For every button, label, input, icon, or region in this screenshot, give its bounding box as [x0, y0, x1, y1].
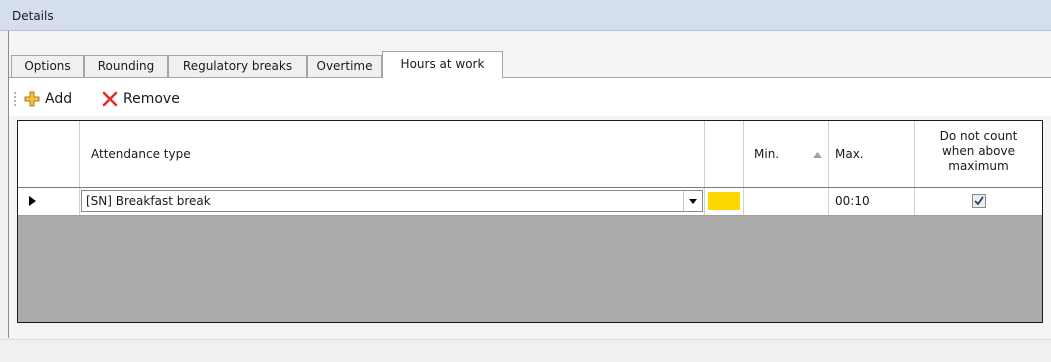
- column-header-color[interactable]: [705, 121, 744, 187]
- column-header-max[interactable]: Max.: [829, 121, 915, 187]
- hours-at-work-grid: Attendance type Min. Max. Do not count w…: [17, 120, 1043, 323]
- do-not-count-checkbox[interactable]: [971, 194, 986, 208]
- do-not-count-cell[interactable]: [915, 188, 1042, 215]
- sort-ascending-icon: [813, 152, 822, 158]
- dropdown-arrow-button[interactable]: [683, 191, 702, 211]
- column-header-attendance-type-label: Attendance type: [91, 147, 191, 161]
- table-row[interactable]: [SN] Breakfast break 00:10: [18, 188, 1042, 216]
- tab-regulatory-breaks[interactable]: Regulatory breaks: [168, 55, 307, 77]
- remove-icon: [102, 91, 118, 107]
- tab-strip: Options Rounding Regulatory breaks Overt…: [9, 31, 1051, 78]
- details-panel: Options Rounding Regulatory breaks Overt…: [8, 31, 1051, 338]
- details-title: Details: [12, 9, 54, 23]
- column-header-min-label: Min.: [754, 147, 780, 161]
- attendance-type-cell[interactable]: [SN] Breakfast break: [80, 188, 705, 215]
- chevron-down-icon: [689, 198, 697, 204]
- status-bar: [0, 339, 1051, 362]
- min-cell[interactable]: [744, 188, 829, 215]
- row-header-corner: [18, 121, 80, 187]
- column-header-do-not-count-line-1: Do not count: [939, 129, 1018, 143]
- details-header: Details: [0, 0, 1051, 31]
- tab-options[interactable]: Options: [11, 55, 84, 77]
- column-header-do-not-count-line-2: when above: [941, 144, 1016, 158]
- column-header-max-label: Max.: [835, 147, 864, 161]
- column-header-do-not-count[interactable]: Do not count when above maximum: [915, 121, 1042, 187]
- max-cell[interactable]: 00:10: [829, 188, 915, 215]
- tab-hours-at-work-label: Hours at work: [400, 57, 485, 71]
- column-header-attendance-type[interactable]: Attendance type: [80, 121, 705, 187]
- attendance-type-value: [SN] Breakfast break: [86, 194, 211, 208]
- add-button[interactable]: Add: [23, 88, 72, 110]
- tab-overtime-label: Overtime: [316, 59, 373, 73]
- grid-header-row: Attendance type Min. Max. Do not count w…: [18, 121, 1042, 188]
- toolbar-grip[interactable]: [14, 92, 18, 106]
- tab-rounding-label: Rounding: [97, 59, 155, 73]
- tab-overtime[interactable]: Overtime: [307, 55, 382, 77]
- tab-rounding[interactable]: Rounding: [84, 55, 168, 77]
- column-header-do-not-count-line-3: maximum: [948, 159, 1009, 173]
- remove-button-label: Remove: [123, 91, 180, 107]
- row-selector[interactable]: [18, 188, 80, 215]
- attendance-type-dropdown[interactable]: [SN] Breakfast break: [81, 190, 703, 212]
- tab-options-label: Options: [24, 59, 71, 73]
- checkmark-icon: [973, 196, 984, 206]
- add-icon: [24, 91, 40, 107]
- max-value: 00:10: [835, 194, 870, 208]
- add-button-label: Add: [45, 91, 73, 107]
- color-cell[interactable]: [705, 188, 744, 215]
- tab-hours-at-work[interactable]: Hours at work: [382, 51, 503, 78]
- toolbar: Add Remove: [9, 78, 1051, 116]
- column-header-min[interactable]: Min.: [744, 121, 829, 187]
- current-row-arrow-icon: [29, 196, 36, 206]
- remove-button[interactable]: Remove: [101, 88, 180, 110]
- tab-regulatory-breaks-label: Regulatory breaks: [182, 59, 293, 73]
- color-swatch: [708, 192, 740, 210]
